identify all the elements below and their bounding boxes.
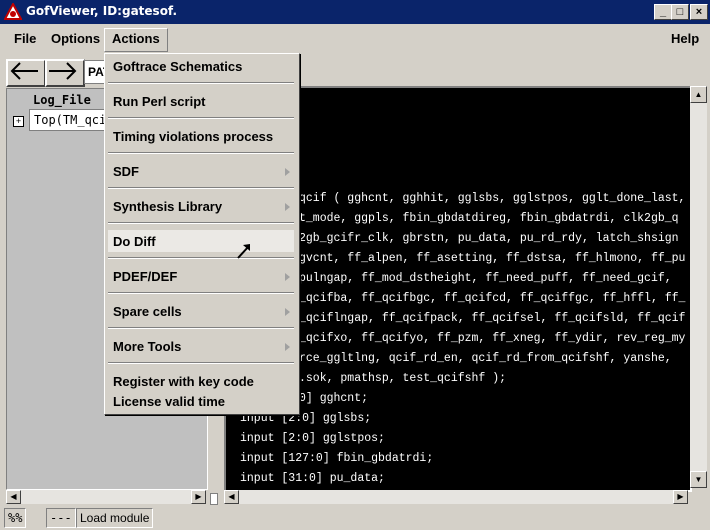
- menu-separator: [108, 362, 294, 364]
- scroll-down-icon[interactable]: ▼: [690, 471, 707, 488]
- menu-item-sdf[interactable]: SDF: [113, 164, 139, 179]
- menu-actions[interactable]: Actions: [104, 28, 168, 52]
- scroll-left-icon[interactable]: ◀: [6, 490, 21, 504]
- menu-separator: [108, 82, 294, 84]
- code-hscrollbar[interactable]: ◀ ▶: [224, 490, 688, 504]
- tree-header: Log_File: [33, 93, 91, 107]
- app-icon: [4, 3, 22, 20]
- menu-item-timing-violations[interactable]: Timing violations process: [113, 129, 273, 144]
- submenu-arrow-icon: [285, 168, 290, 176]
- submenu-arrow-icon: [285, 273, 290, 281]
- scroll-up-icon[interactable]: ▲: [690, 86, 707, 103]
- menu-separator: [108, 222, 294, 224]
- menu-item-run-perl-script[interactable]: Run Perl script: [113, 94, 205, 109]
- menu-separator: [108, 327, 294, 329]
- menu-item-license-valid-time[interactable]: License valid time: [113, 394, 225, 409]
- tree-hscrollbar[interactable]: ◀ ▶: [6, 490, 206, 504]
- submenu-arrow-icon: [285, 203, 290, 211]
- menu-options[interactable]: Options: [44, 28, 107, 50]
- scroll-right-icon[interactable]: ▶: [191, 490, 206, 504]
- menu-item-synthesis-library[interactable]: Synthesis Library: [113, 199, 222, 214]
- submenu-arrow-icon: [285, 308, 290, 316]
- code-line: input [31:0] pu_data;: [240, 472, 385, 485]
- menu-item-register-key-code[interactable]: Register with key code: [113, 374, 254, 389]
- cursor-icon: [237, 244, 250, 259]
- divider-grip[interactable]: [210, 493, 218, 505]
- maximize-button[interactable]: □: [671, 4, 689, 20]
- minimize-button[interactable]: _: [654, 4, 672, 20]
- menu-item-pdef-def[interactable]: PDEF/DEF: [113, 269, 177, 284]
- code-line: input [127:0] fbin_gbdatrdi;: [240, 452, 434, 465]
- code-line: 0] gghcnt;: [299, 392, 369, 405]
- close-button[interactable]: ×: [690, 4, 708, 20]
- menu-separator: [108, 257, 294, 259]
- menu-item-spare-cells[interactable]: Spare cells: [113, 304, 182, 319]
- menu-item-goftrace-schematics[interactable]: Goftrace Schematics: [113, 59, 242, 74]
- code-line: gvcnt, ff_alpen, ff_asetting, ff_dstsa, …: [299, 252, 686, 265]
- code-vscrollbar[interactable]: ▲ ▼: [690, 86, 707, 488]
- code-line: 2gb_gcifr_clk, gbrstn, pu_data, pu_rd_rd…: [299, 232, 679, 245]
- back-button[interactable]: [6, 59, 46, 87]
- arrow-left-icon: [10, 62, 38, 80]
- window-title: GofViewer, ID:gatesof.: [26, 4, 178, 18]
- scroll-left-icon[interactable]: ◀: [224, 490, 239, 504]
- code-line: _qcifxo, ff_qcifyo, ff_pzm, ff_xneg, ff_…: [299, 332, 686, 345]
- status-percent: %%: [4, 508, 27, 528]
- menu-separator: [108, 152, 294, 154]
- menu-file[interactable]: File: [7, 28, 43, 50]
- close-icon: ×: [695, 6, 703, 18]
- menu-separator: [108, 117, 294, 119]
- actions-dropdown: Goftrace Schematics Run Perl script Timi…: [104, 53, 300, 415]
- status-module: Load module: [76, 508, 154, 528]
- code-line: rce_ggltlng, qcif_rd_en, qcif_rd_from_qc…: [299, 352, 672, 365]
- title-bar: GofViewer, ID:gatesof. _ □ ×: [0, 0, 710, 24]
- forward-button[interactable]: [45, 59, 85, 87]
- expand-icon[interactable]: +: [13, 116, 24, 127]
- submenu-arrow-icon: [285, 343, 290, 351]
- code-line: _qcifba, ff_qcifbgc, ff_qcifcd, ff_qciff…: [299, 292, 686, 305]
- minimize-icon: _: [659, 6, 667, 18]
- maximize-icon: □: [676, 6, 684, 18]
- code-line: _qciflngap, ff_qcifpack, ff_qcifsel, ff_…: [299, 312, 686, 325]
- code-line: qcif ( gghcnt, gghhit, gglsbs, gglstpos,…: [299, 192, 686, 205]
- menu-item-more-tools[interactable]: More Tools: [113, 339, 181, 354]
- menu-bar: File Options Actions Help: [0, 24, 710, 54]
- menu-separator: [108, 292, 294, 294]
- menu-help[interactable]: Help: [664, 28, 706, 50]
- menu-separator: [108, 187, 294, 189]
- status-bar: %% --- Load module: [0, 505, 710, 530]
- scroll-right-icon[interactable]: ▶: [673, 490, 688, 504]
- arrow-right-icon: [49, 62, 77, 80]
- status-dashes: ---: [46, 508, 76, 528]
- code-line: pulngap, ff_mod_dstheight, ff_need_puff,…: [299, 272, 672, 285]
- code-line: .sok, pmathsp, test_qcifshf );: [299, 372, 507, 385]
- code-line: input [2:0] gglstpos;: [240, 432, 385, 445]
- menu-item-do-diff[interactable]: Do Diff: [113, 234, 156, 249]
- code-line: t_mode, ggpls, fbin_gbdatdireg, fbin_gbd…: [299, 212, 679, 225]
